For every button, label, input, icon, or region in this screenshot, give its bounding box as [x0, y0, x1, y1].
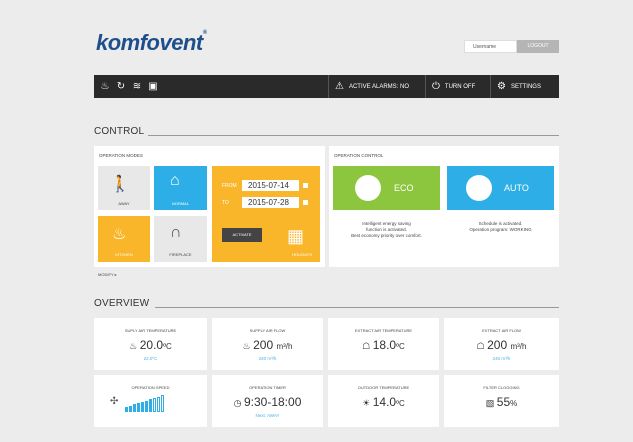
- supply-air-temperature-card: SUPLY AIR TEMPERATURE ♨ 20.0ºC 22.0ºC: [94, 318, 207, 370]
- airflow-icon: ☖: [476, 341, 488, 351]
- operation-modes-panel: OPERATION MODES 🚶 AWAY ⌂ NORMAL ♨ KITCHE…: [94, 146, 325, 267]
- modify-link[interactable]: MODIFY ▸: [98, 272, 117, 277]
- away-icon: 🚶: [110, 176, 130, 193]
- eco-description: Intelligent energy saving function is ac…: [351, 221, 422, 238]
- calendar-icon[interactable]: [303, 200, 308, 205]
- operation-control-panel: OPERATION CONTROL ECO Intelligent energy…: [329, 146, 559, 267]
- heating-icon[interactable]: ♨: [100, 81, 110, 92]
- mode-away-tile[interactable]: 🚶 AWAY: [98, 166, 150, 210]
- airflow-icon: ♨: [242, 341, 254, 351]
- power-icon: ⏻: [432, 81, 440, 92]
- thermometer-icon: ☖: [362, 341, 373, 351]
- turn-off-button[interactable]: ⏻ TURN OFF: [425, 75, 475, 98]
- speed-bar[interactable]: [125, 407, 128, 412]
- speed-bar[interactable]: [129, 405, 132, 412]
- speed-bar[interactable]: [133, 404, 136, 412]
- thermometer-icon: ♨: [129, 341, 140, 351]
- speed-bar[interactable]: [157, 396, 160, 412]
- heater-icon[interactable]: ≋: [132, 81, 142, 92]
- document-icon[interactable]: ▣: [148, 81, 158, 92]
- mode-normal-tile[interactable]: ⌂ NORMAL: [154, 166, 207, 210]
- username-field[interactable]: Username: [464, 40, 517, 53]
- speed-bar[interactable]: [145, 400, 148, 412]
- speed-bar[interactable]: [153, 397, 156, 412]
- holiday-from-date[interactable]: 2015-07-14: [242, 180, 299, 191]
- gear-icon: ⚙: [497, 81, 506, 92]
- mode-holidays-tile: FROM 2015-07-14 TO 2015-07-28 ACTIVATE ▦…: [212, 166, 320, 262]
- weather-icon: ☀: [362, 398, 373, 408]
- filter-icon: ▧: [485, 398, 497, 408]
- extract-air-temperature-card: EXTRACT AIR TEMPERATURE ☖ 18.0ºC: [328, 318, 439, 370]
- speed-bar[interactable]: [137, 403, 140, 412]
- active-alarms-button[interactable]: ⚠ ACTIVE ALARMS: NO: [328, 75, 409, 98]
- eco-mode-button[interactable]: ECO: [333, 166, 440, 210]
- auto-description: Schedule is activated. Operation program…: [469, 221, 532, 232]
- kitchen-icon: ♨: [112, 226, 127, 243]
- top-toolbar: ♨ ↻ ≋ ▣ ⚠ ACTIVE ALARMS: NO ⏻ TURN OFF ⚙…: [94, 75, 559, 98]
- warning-icon: ⚠: [335, 81, 344, 92]
- extract-air-flow-card: EXTRACT AIR FLOW ☖ 200 m³/h 240 m³/h: [444, 318, 559, 370]
- overview-section-title: OVERVIEW: [94, 298, 150, 309]
- operation-timer-card: OPERATION TIMER ◷ 9:30-18:00 Next: AWAY: [212, 375, 323, 427]
- settings-button[interactable]: ⚙ SETTINGS: [490, 75, 541, 98]
- refresh-icon[interactable]: ↻: [116, 81, 126, 92]
- komfovent-logo: komfovent®: [96, 30, 207, 55]
- supply-air-flow-card: SUPPLY AIR FLOW ♨ 200 m³/h 240 m³/h: [212, 318, 323, 370]
- speed-bar[interactable]: [161, 395, 164, 412]
- home-icon: ⌂: [170, 172, 180, 189]
- calendar-icon[interactable]: [303, 183, 308, 188]
- activate-button[interactable]: ACTIVATE: [222, 228, 262, 242]
- auto-mode-button[interactable]: AUTO: [447, 166, 554, 210]
- clock-icon: [466, 175, 492, 201]
- speed-bar[interactable]: [141, 401, 144, 412]
- filter-clogging-card: FILTER CLOGGING ▧ 55%: [444, 375, 559, 427]
- mode-fireplace-tile[interactable]: ∩ FIREPLACE: [154, 216, 207, 262]
- eco-icon: [355, 175, 381, 201]
- speed-bar[interactable]: [149, 399, 152, 412]
- outdoor-temperature-card: OUTDOOR TEMPERATURE ☀ 14.0ºC: [328, 375, 439, 427]
- logout-button[interactable]: LOGOUT: [517, 40, 559, 53]
- fireplace-icon: ∩: [170, 224, 182, 241]
- mode-kitchen-tile[interactable]: ♨ KITCHEN: [98, 216, 150, 262]
- speed-level-bars[interactable]: [125, 395, 164, 412]
- suitcase-icon: ▦: [287, 226, 305, 246]
- fan-icon: ✣: [110, 396, 119, 407]
- control-section-title: CONTROL: [94, 126, 145, 137]
- holiday-to-date[interactable]: 2015-07-28: [242, 197, 299, 208]
- clock-icon: ◷: [233, 398, 244, 408]
